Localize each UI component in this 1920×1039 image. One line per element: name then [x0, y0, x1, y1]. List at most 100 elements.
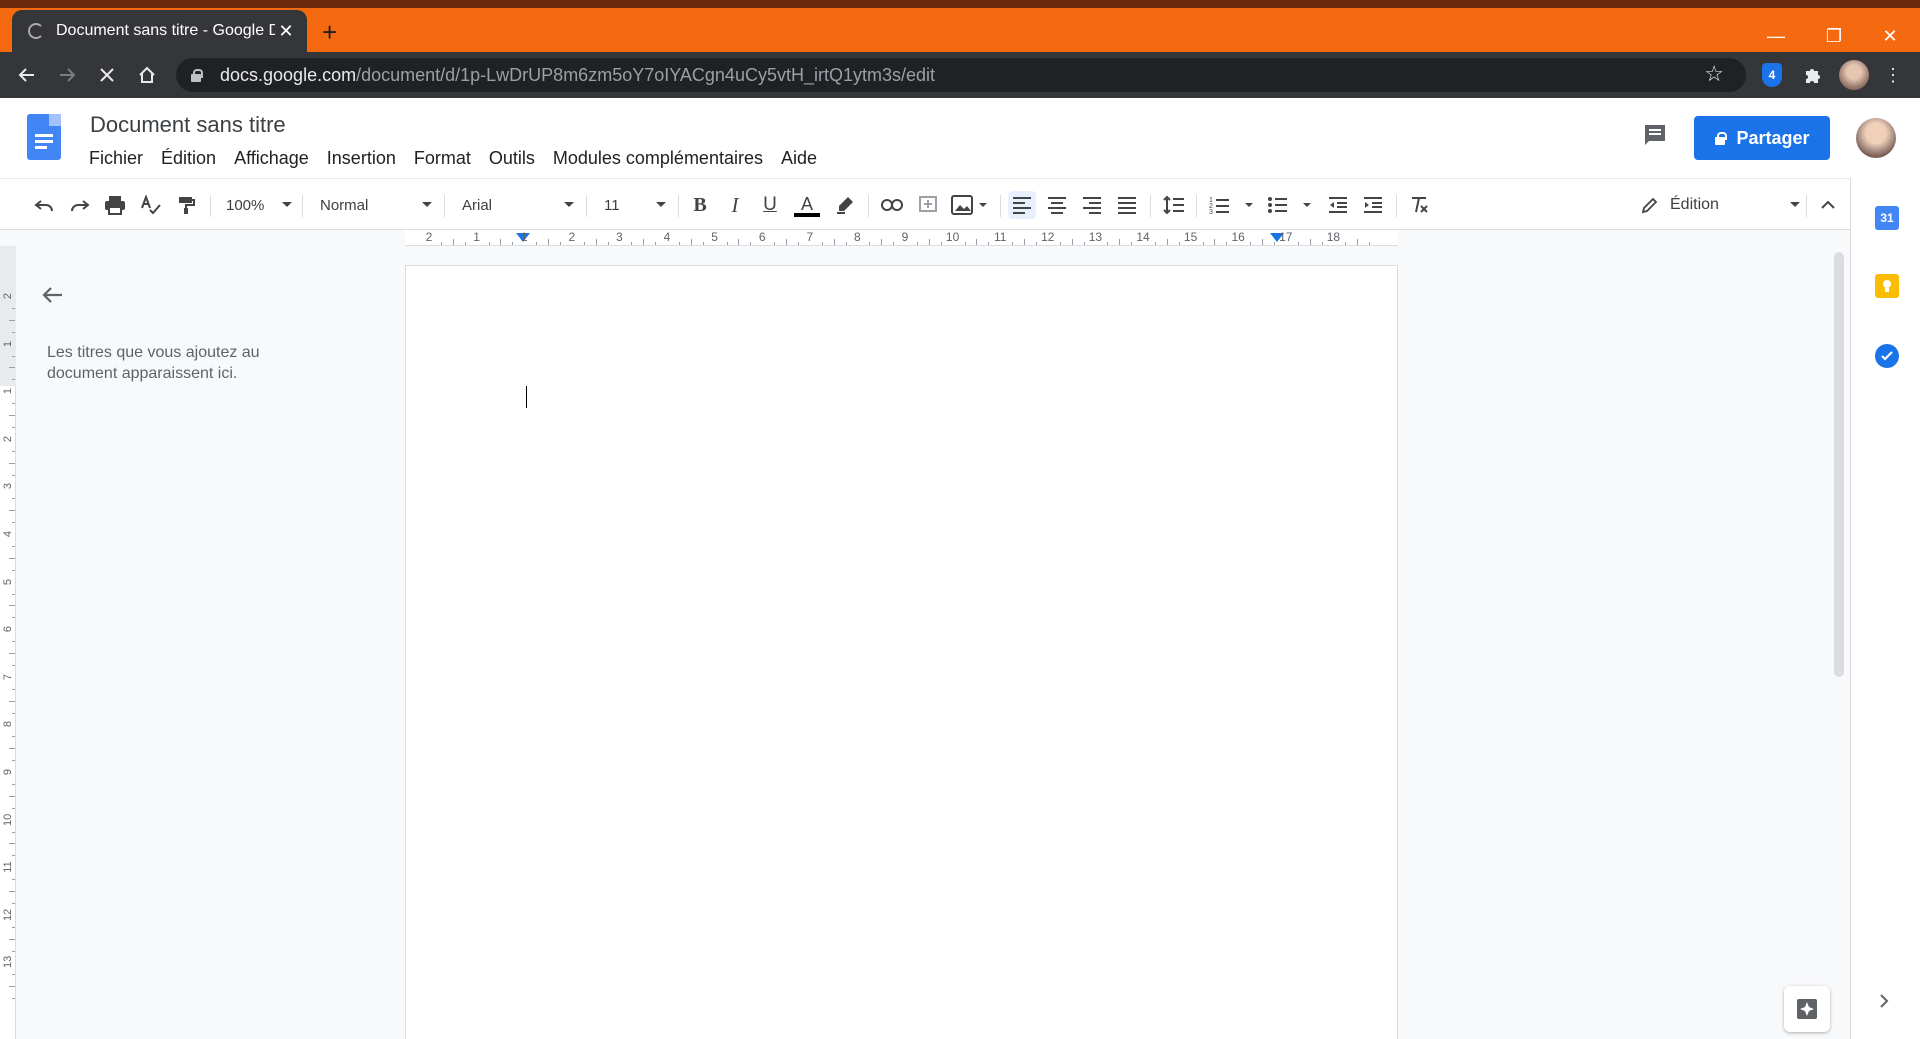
ruler-number: 12 — [1041, 230, 1055, 244]
calendar-icon[interactable]: 31 — [1875, 206, 1899, 230]
minimize-button[interactable]: — — [1748, 16, 1804, 56]
ruler-number: 4 — [663, 230, 671, 244]
redo-icon[interactable] — [66, 191, 94, 219]
insert-image-icon[interactable] — [950, 191, 992, 219]
horizontal-ruler[interactable]: 2 1 1 2 3 4 5 6 7 8 9 10 11 12 13 14 15 16 17 18 — [405, 230, 1398, 246]
ruler-tick — [1273, 242, 1275, 245]
clear-formatting-icon[interactable] — [1405, 191, 1433, 219]
tasks-check-icon[interactable] — [1875, 344, 1899, 368]
italic-button[interactable]: I — [722, 191, 748, 219]
extensions-puzzle-icon[interactable] — [1797, 60, 1827, 90]
spellcheck-icon[interactable] — [137, 191, 165, 219]
ruler-number: 12 — [2, 908, 14, 921]
ruler-number: 9 — [901, 230, 909, 244]
ruler-tick — [12, 712, 15, 714]
ruler-number: 6 — [758, 230, 766, 244]
ruler-tick — [1035, 242, 1037, 245]
line-spacing-icon[interactable] — [1160, 191, 1188, 219]
text-color-swatch — [794, 212, 820, 217]
paint-format-icon[interactable] — [172, 191, 200, 219]
close-outline-arrow-icon[interactable] — [40, 282, 66, 315]
document-page[interactable] — [405, 265, 1398, 1039]
ruler-number: 13 — [1088, 230, 1103, 244]
forward-icon[interactable] — [52, 60, 82, 90]
home-icon[interactable] — [132, 60, 162, 90]
align-right-button[interactable] — [1078, 191, 1106, 219]
bold-button[interactable]: B — [687, 191, 713, 219]
tab-google-docs[interactable]: Document sans titre - Google Dc ✕ — [12, 10, 307, 52]
new-tab-button[interactable]: + — [322, 19, 337, 45]
hide-menus-chevron-up-icon[interactable] — [1814, 191, 1842, 219]
align-center-button[interactable] — [1043, 191, 1071, 219]
ruler-number: 1 — [473, 230, 480, 244]
ruler-tick — [797, 242, 799, 245]
underline-button[interactable]: U — [757, 191, 783, 219]
increase-indent-icon[interactable] — [1359, 191, 1387, 219]
bookmark-star-icon[interactable]: ☆ — [1704, 61, 1724, 87]
undo-icon[interactable] — [30, 191, 58, 219]
menu-insertion[interactable]: Insertion — [318, 148, 405, 169]
justify-button[interactable] — [1113, 191, 1141, 219]
editing-mode-select[interactable]: Édition — [1640, 191, 1800, 219]
ruler-tick — [12, 426, 15, 428]
extension-shield-icon[interactable]: 4 — [1757, 60, 1787, 90]
chevron-down-icon — [564, 202, 574, 207]
ruler-number: 1 — [520, 230, 528, 244]
text-color-button[interactable]: A — [793, 191, 821, 219]
menu-aide[interactable]: Aide — [772, 148, 826, 169]
insert-link-icon[interactable] — [878, 191, 906, 219]
menu-edition[interactable]: Édition — [152, 148, 225, 169]
paragraph-style-select[interactable]: Normal — [320, 191, 432, 219]
menu-affichage[interactable]: Affichage — [225, 148, 318, 169]
toolbar-separator — [1806, 195, 1807, 217]
bulleted-list-icon[interactable] — [1266, 191, 1316, 219]
numbered-list-icon[interactable]: 123 — [1208, 191, 1258, 219]
menu-fichier[interactable]: Fichier — [80, 148, 152, 169]
url-field[interactable]: docs.google.com/document/d/1p-LwDrUP8m6z… — [176, 58, 1746, 92]
menu-format[interactable]: Format — [405, 148, 480, 169]
zoom-select[interactable]: 100% — [226, 191, 292, 219]
ruler-tick — [9, 415, 15, 416]
ruler-tick — [500, 239, 502, 245]
toolbar-separator — [1396, 195, 1397, 217]
restore-button[interactable]: ❐ — [1806, 16, 1862, 56]
tab-close-icon[interactable]: ✕ — [275, 21, 297, 42]
share-label: Partager — [1736, 127, 1810, 148]
ruler-tick — [1154, 242, 1156, 245]
ruler-tick — [1369, 242, 1371, 245]
docs-logo-icon[interactable] — [27, 114, 61, 160]
browser-menu-icon[interactable]: ⋮ — [1878, 60, 1908, 90]
ruler-tick — [12, 498, 15, 500]
print-icon[interactable] — [101, 191, 129, 219]
add-comment-icon[interactable] — [914, 191, 942, 219]
document-title[interactable]: Document sans titre — [90, 112, 286, 138]
account-avatar[interactable] — [1856, 118, 1896, 158]
loading-icon — [28, 23, 44, 39]
menu-modules[interactable]: Modules complémentaires — [544, 148, 772, 169]
highlight-pen-icon[interactable] — [831, 191, 859, 219]
ruler-number: 10 — [945, 230, 960, 244]
ruler-tick — [464, 242, 466, 245]
profile-avatar[interactable] — [1839, 60, 1869, 90]
ruler-number: 17 — [1279, 230, 1293, 244]
ruler-number: 2 — [425, 230, 433, 244]
document-scrollbar[interactable] — [1834, 252, 1844, 677]
chevron-down-icon — [422, 202, 432, 207]
window-close-button[interactable]: ✕ — [1862, 16, 1918, 56]
align-left-button[interactable] — [1008, 191, 1036, 219]
decrease-indent-icon[interactable] — [1324, 191, 1352, 219]
stop-loading-icon[interactable] — [92, 60, 122, 90]
back-icon[interactable] — [12, 60, 42, 90]
font-select[interactable]: Arial — [462, 191, 574, 219]
keep-bulb-icon[interactable] — [1875, 274, 1899, 298]
menu-outils[interactable]: Outils — [480, 148, 544, 169]
ruler-tick — [702, 242, 704, 245]
comments-icon[interactable] — [1640, 120, 1670, 150]
font-size-select[interactable]: 11 — [604, 191, 666, 219]
expand-side-panel-chevron-icon[interactable] — [1878, 990, 1890, 1016]
share-button[interactable]: Partager — [1694, 116, 1830, 160]
ruler-number: 7 — [2, 673, 14, 680]
ruler-number: 4 — [2, 530, 14, 538]
explore-sparkle-icon[interactable] — [1784, 986, 1830, 1032]
vertical-ruler[interactable]: 2 1 1 2 3 4 5 6 7 8 9 10 11 12 13 — [0, 246, 16, 1039]
